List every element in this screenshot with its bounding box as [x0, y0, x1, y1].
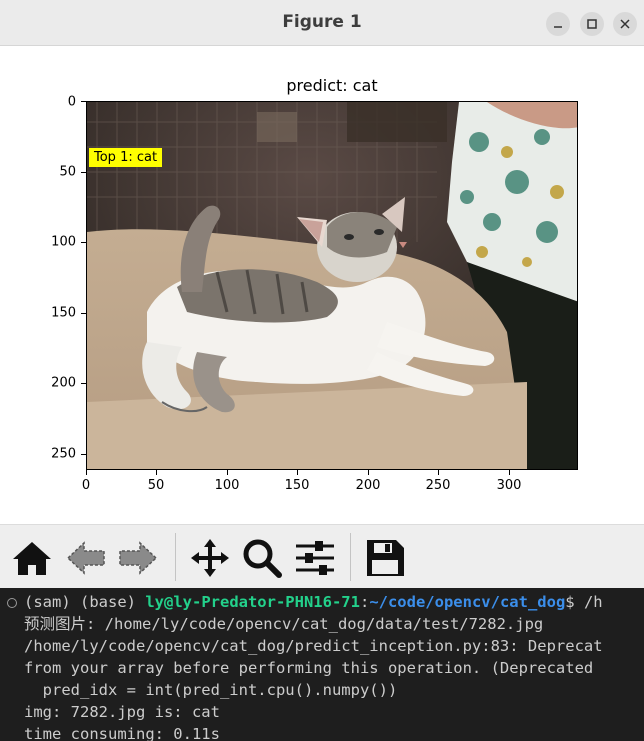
xtick-mark	[297, 470, 298, 475]
terminal-output-line: pred_idx = int(pred_int.cpu().numpy())	[24, 681, 398, 699]
pan-move-icon	[191, 539, 229, 577]
xtick-mark	[156, 470, 157, 475]
terminal-panel[interactable]: (sam) (base) ly@ly-Predator-PHN16-71:~/c…	[0, 588, 644, 741]
ytick-mark	[81, 242, 86, 243]
home-button[interactable]	[10, 537, 54, 579]
toolbar-separator	[175, 533, 176, 581]
xtick-label: 300	[496, 478, 522, 493]
minimize-button[interactable]	[546, 12, 570, 36]
xtick-mark	[438, 470, 439, 475]
xtick-label: 100	[214, 478, 240, 493]
figure-canvas: predict: cat Top 1: cat 0 50 100 150 200…	[0, 46, 644, 524]
terminal-output-line: img: 7282.jpg is: cat	[24, 703, 220, 721]
maximize-icon	[587, 19, 597, 29]
xtick-mark	[509, 470, 510, 475]
ytick-label: 150	[51, 305, 76, 321]
xtick-label: 150	[284, 478, 310, 493]
xtick-mark	[86, 470, 87, 475]
back-arrow-icon	[66, 541, 105, 575]
plot-title: predict: cat	[286, 76, 378, 95]
ytick-label: 50	[59, 164, 76, 180]
xtick-mark	[368, 470, 369, 475]
configure-subplots-icon	[296, 541, 334, 575]
ytick-mark	[81, 172, 86, 173]
ytick-label: 250	[51, 446, 76, 462]
terminal-output-line: from your array before performing this o…	[24, 659, 594, 677]
prompt-status-icon	[7, 598, 17, 608]
terminal-prompt-tail: $ /h	[565, 593, 603, 611]
ytick-label: 0	[67, 94, 76, 110]
terminal-output-line: time consuming: 0.11s	[24, 725, 220, 741]
terminal-user-host: ly@ly-Predator-PHN16-71	[145, 593, 360, 611]
terminal-cwd: ~/code/opencv/cat_dog	[369, 593, 566, 611]
terminal-prompt-line: (sam) (base) ly@ly-Predator-PHN16-71:~/c…	[24, 591, 603, 613]
zoom-button[interactable]	[240, 537, 284, 579]
xtick-label: 200	[355, 478, 381, 493]
terminal-output-line: 预测图片: /home/ly/code/opencv/cat_dog/data/…	[24, 615, 544, 633]
minimize-icon	[554, 26, 562, 28]
close-icon	[620, 19, 630, 29]
ytick-label: 100	[51, 234, 76, 250]
ytick-mark	[81, 454, 86, 455]
prediction-label: Top 1: cat	[89, 148, 163, 167]
ytick-mark	[81, 383, 86, 384]
ytick-mark	[81, 313, 86, 314]
terminal-colon: :	[359, 593, 370, 611]
terminal-output-line: /home/ly/code/opencv/cat_dog/predict_inc…	[24, 637, 603, 655]
ytick-label: 200	[51, 375, 76, 391]
xtick-mark	[227, 470, 228, 475]
navigation-toolbar	[0, 524, 644, 588]
save-button[interactable]	[363, 537, 407, 579]
save-floppy-icon	[367, 540, 404, 576]
image-axes[interactable]: Top 1: cat	[86, 101, 578, 470]
forward-arrow-icon	[119, 541, 158, 575]
home-icon	[13, 542, 51, 575]
xtick-label: 50	[147, 478, 165, 493]
configure-subplots-button[interactable]	[293, 537, 337, 579]
ytick-mark	[81, 101, 86, 102]
close-button[interactable]	[613, 12, 637, 36]
maximize-button[interactable]	[580, 12, 604, 36]
xtick-label: 0	[81, 478, 91, 493]
back-button[interactable]	[64, 537, 108, 579]
zoom-magnifier-icon	[243, 539, 282, 578]
toolbar-separator	[350, 533, 351, 581]
xtick-label: 250	[425, 478, 451, 493]
terminal-env: (sam) (base)	[24, 593, 146, 611]
pan-button[interactable]	[188, 537, 232, 579]
forward-button[interactable]	[116, 537, 160, 579]
window-titlebar: Figure 1	[0, 0, 644, 46]
